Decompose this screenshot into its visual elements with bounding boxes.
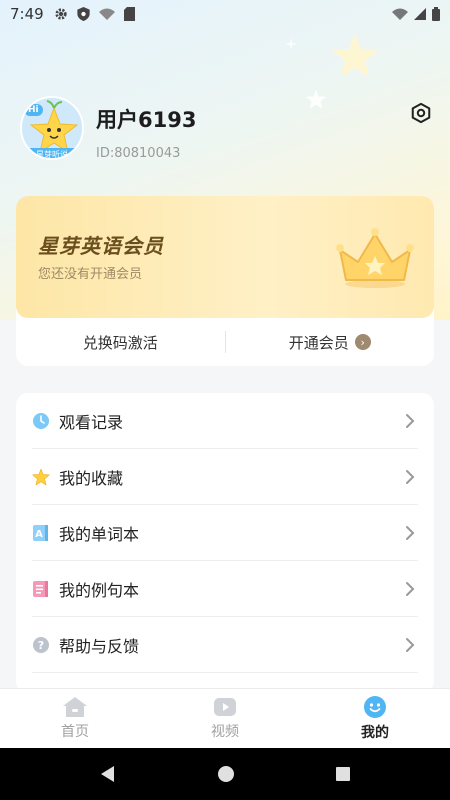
menu-item-label: 帮助与反馈: [59, 636, 140, 656]
smiley-icon: [364, 696, 386, 718]
decorative-sparkle-icon: [285, 38, 297, 50]
menu-item-label: 我的例句本: [59, 580, 140, 600]
menu-item-favorites[interactable]: 我的收藏: [32, 449, 418, 505]
menu-item-help-feedback[interactable]: ? 帮助与反馈: [32, 617, 418, 673]
menu-item-label: 我的收藏: [59, 468, 124, 488]
open-vip-label: 开通会员: [288, 333, 349, 352]
avatar-badge: Hi: [24, 104, 43, 116]
username: 用户6193: [96, 108, 197, 132]
star-icon: [32, 468, 50, 486]
sentence-book-icon: [32, 580, 50, 598]
tab-mine[interactable]: 我的: [300, 689, 450, 748]
decorative-star-small-icon: [305, 89, 327, 109]
tab-label: 视频: [211, 724, 239, 740]
hexagon-settings-icon: [411, 102, 431, 124]
chevron-right-icon: [402, 525, 418, 541]
help-icon: ?: [32, 636, 50, 654]
system-nav-bar: [0, 748, 450, 800]
tab-label: 首页: [61, 724, 89, 740]
tab-home[interactable]: 首页: [0, 689, 150, 748]
chevron-right-icon: [402, 581, 418, 597]
home-icon: [63, 697, 87, 717]
status-bar: 7:49: [0, 0, 450, 28]
chevron-right-icon: [402, 637, 418, 653]
menu-item-watch-history[interactable]: 观看记录: [32, 393, 418, 449]
wifi-icon: [98, 8, 115, 20]
menu-item-sentence-book[interactable]: 我的例句本: [32, 561, 418, 617]
video-icon: [214, 698, 236, 716]
svg-text:?: ?: [38, 639, 44, 652]
wordbook-icon: A: [32, 524, 50, 542]
gear-icon: [55, 8, 67, 20]
shield-icon: [77, 7, 90, 21]
vip-subtitle: 您还没有开通会员: [38, 267, 143, 282]
menu-item-label: 观看记录: [59, 412, 124, 432]
tab-video[interactable]: 视频: [150, 689, 300, 748]
redeem-code-label: 兑换码激活: [82, 333, 158, 352]
settings-button[interactable]: [408, 100, 434, 126]
cell-signal-icon: [414, 8, 426, 20]
crown-icon: [336, 228, 414, 288]
home-circle-icon[interactable]: [217, 765, 235, 783]
sd-card-icon: [123, 7, 135, 21]
battery-icon: [432, 7, 440, 21]
vip-card: 星芽英语会员 您还没有开通会员 兑换码激活 开通会员 ›: [16, 196, 434, 366]
chevron-right-icon: [402, 469, 418, 485]
menu-item-wordbook[interactable]: A 我的单词本: [32, 505, 418, 561]
wifi-signal-icon: [392, 8, 408, 20]
decorative-star-icon: [332, 33, 378, 77]
redeem-code-button[interactable]: 兑换码激活: [16, 318, 225, 366]
tab-label: 我的: [361, 725, 389, 741]
user-id: ID:80810043: [96, 146, 181, 161]
vip-banner[interactable]: 星芽英语会员 您还没有开通会员: [16, 196, 434, 318]
recents-icon[interactable]: [335, 766, 351, 782]
menu-list: 观看记录 我的收藏 A 我的单词本 我的例句本 ? 帮助与反馈: [16, 393, 434, 693]
back-icon[interactable]: [99, 765, 117, 783]
bottom-tab-bar: 首页 视频 我的: [0, 688, 450, 748]
avatar[interactable]: Hi 星芽听说: [20, 96, 84, 160]
vip-actions: 兑换码激活 开通会员 ›: [16, 318, 434, 366]
svg-text:A: A: [35, 529, 43, 540]
vip-title: 星芽英语会员: [38, 234, 164, 258]
menu-item-label: 我的单词本: [59, 524, 140, 544]
chevron-right-circle-icon: ›: [354, 334, 371, 350]
chevron-right-icon: [402, 413, 418, 429]
status-time: 7:49: [10, 5, 44, 23]
clock-icon: [32, 412, 50, 430]
open-vip-button[interactable]: 开通会员 ›: [226, 318, 435, 366]
